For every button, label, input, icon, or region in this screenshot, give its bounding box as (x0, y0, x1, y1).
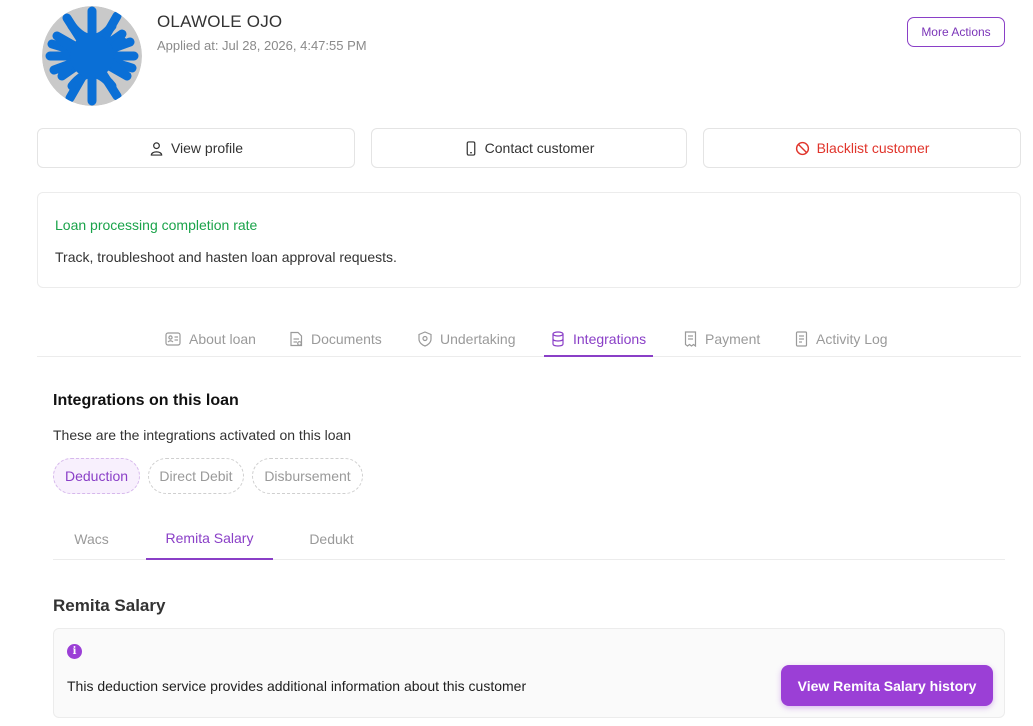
view-remita-history-button[interactable]: View Remita Salary history (781, 665, 993, 706)
completion-rate-card: Loan processing completion rate Track, t… (37, 192, 1021, 288)
tab-integrations-label: Integrations (573, 330, 647, 347)
info-icon: i (67, 644, 82, 659)
subtab-remita-salary[interactable]: Remita Salary (146, 518, 273, 560)
more-actions-button[interactable]: More Actions (907, 17, 1005, 47)
integrations-description: These are the integrations activated on … (53, 427, 352, 443)
shield-icon (418, 331, 432, 347)
ban-icon (795, 141, 809, 155)
chip-deduction[interactable]: Deduction (53, 458, 140, 494)
log-icon (795, 331, 808, 347)
tab-about-loan[interactable]: About loan (158, 322, 263, 356)
document-icon (290, 331, 303, 347)
integration-subtabs: Wacs Remita Salary Dedukt (53, 518, 1005, 560)
blacklist-customer-button[interactable]: Blacklist customer (703, 128, 1021, 168)
customer-name: OLAWOLE OJO (157, 12, 283, 31)
remita-salary-title: Remita Salary (53, 596, 166, 615)
tab-documents-label: Documents (311, 331, 382, 347)
tab-undertaking[interactable]: Undertaking (411, 322, 523, 356)
tab-undertaking-label: Undertaking (440, 331, 516, 347)
tab-about-loan-label: About loan (189, 331, 256, 347)
tab-activity-log-label: Activity Log (816, 331, 888, 347)
tab-payment-label: Payment (705, 331, 761, 347)
tab-activity-log[interactable]: Activity Log (788, 322, 895, 356)
receipt-icon (684, 331, 697, 347)
subtab-wacs[interactable]: Wacs (53, 518, 130, 559)
completion-rate-title: Loan processing completion rate (55, 217, 258, 233)
user-icon (150, 141, 163, 156)
database-icon (552, 330, 564, 347)
contact-customer-label: Contact customer (484, 140, 595, 156)
tab-payment[interactable]: Payment (677, 322, 767, 356)
tab-documents[interactable]: Documents (282, 322, 389, 356)
tab-integrations[interactable]: Integrations (544, 322, 654, 357)
remita-info-text: This deduction service provides addition… (67, 678, 527, 694)
contact-customer-button[interactable]: Contact customer (371, 128, 687, 168)
chip-direct-debit[interactable]: Direct Debit (148, 458, 244, 494)
applied-at: Applied at: Jul 28, 2026, 4:47:55 PM (157, 38, 367, 53)
view-profile-button[interactable]: View profile (37, 128, 355, 168)
phone-icon (466, 140, 475, 156)
subtab-dedukt[interactable]: Dedukt (289, 518, 374, 559)
chip-disbursement[interactable]: Disbursement (252, 458, 363, 494)
loan-tabs: About loan Documents Undertaking Integra… (37, 322, 1021, 357)
avatar (42, 6, 142, 106)
remita-info-card: i This deduction service provides additi… (53, 628, 1005, 718)
integrations-title: Integrations on this loan (53, 392, 239, 409)
blacklist-customer-label: Blacklist customer (816, 140, 930, 156)
id-card-icon (165, 332, 181, 346)
completion-rate-description: Track, troubleshoot and hasten loan appr… (55, 249, 397, 265)
view-profile-label: View profile (170, 140, 244, 156)
